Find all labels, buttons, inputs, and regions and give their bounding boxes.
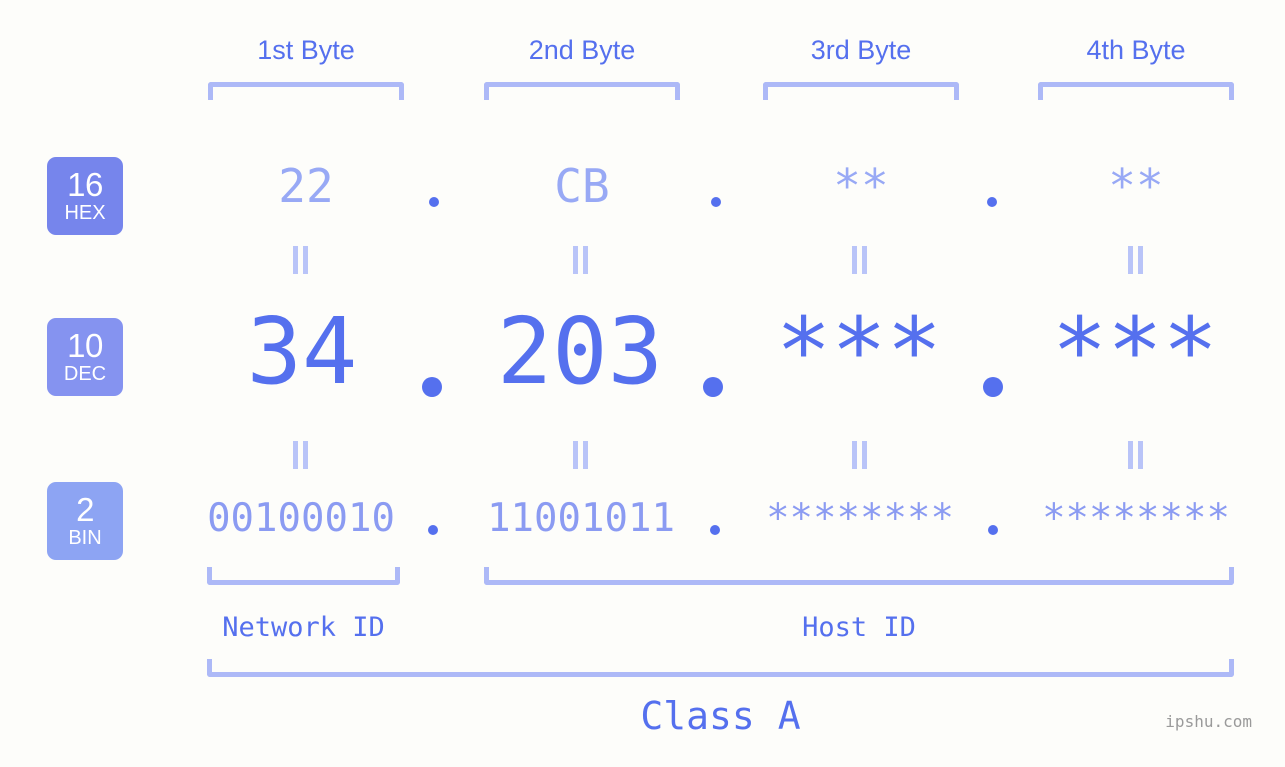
dec-dot-3: [983, 377, 1003, 397]
watermark: ipshu.com: [1165, 712, 1252, 731]
bin-dot-3: [988, 525, 998, 535]
dec-dot-2: [703, 377, 723, 397]
dec-dot-1: [422, 377, 442, 397]
equals-dec-bin-1: [293, 441, 310, 469]
bin-value-byte-2: 11001011: [487, 496, 675, 541]
byte-bracket-1: [208, 82, 404, 100]
byte-bracket-2: [484, 82, 680, 100]
ip-byte-diagram: 1st Byte 2nd Byte 3rd Byte 4th Byte 16 H…: [0, 0, 1285, 767]
byte-header-4: 4th Byte: [1086, 35, 1186, 65]
equals-dec-bin-4: [1128, 441, 1145, 469]
base-badge-hex-name: HEX: [64, 202, 106, 224]
equals-hex-dec-4: [1128, 246, 1145, 274]
equals-dec-bin-3: [852, 441, 869, 469]
hex-dot-1: [429, 197, 439, 207]
host-id-bracket: [484, 567, 1234, 585]
equals-hex-dec-3: [852, 246, 869, 274]
base-badge-bin: 2 BIN: [47, 482, 123, 560]
hex-value-byte-4: **: [1108, 159, 1164, 213]
dec-value-byte-1: 34: [246, 298, 358, 405]
byte-header-1: 1st Byte: [257, 35, 355, 65]
host-id-label: Host ID: [802, 612, 916, 643]
bin-value-byte-4: ********: [1042, 496, 1230, 541]
byte-bracket-3: [763, 82, 959, 100]
network-id-bracket: [207, 567, 400, 585]
hex-dot-3: [987, 197, 997, 207]
hex-value-byte-3: **: [833, 159, 889, 213]
class-bracket: [207, 659, 1234, 677]
dec-value-byte-2: 203: [496, 298, 664, 405]
byte-header-3: 3rd Byte: [810, 35, 912, 65]
equals-dec-bin-2: [573, 441, 590, 469]
base-badge-bin-name: BIN: [68, 527, 102, 549]
byte-header-2: 2nd Byte: [528, 35, 636, 65]
byte-bracket-4: [1038, 82, 1234, 100]
base-badge-bin-number: 2: [76, 491, 94, 528]
hex-dot-2: [711, 197, 721, 207]
class-label: Class A: [640, 694, 801, 738]
base-badge-dec-number: 10: [67, 327, 103, 364]
base-badge-hex: 16 HEX: [47, 157, 123, 235]
bin-dot-2: [710, 525, 720, 535]
equals-hex-dec-1: [293, 246, 310, 274]
base-badge-dec: 10 DEC: [47, 318, 123, 396]
hex-value-byte-1: 22: [278, 159, 334, 213]
equals-hex-dec-2: [573, 246, 590, 274]
hex-value-byte-2: CB: [554, 159, 610, 213]
base-badge-hex-number: 16: [67, 166, 103, 203]
bin-value-byte-1: 00100010: [207, 496, 395, 541]
dec-value-byte-3: ***: [775, 298, 943, 405]
base-badge-dec-name: DEC: [63, 363, 107, 385]
dec-value-byte-4: ***: [1051, 298, 1219, 405]
bin-dot-1: [428, 525, 438, 535]
network-id-label: Network ID: [222, 612, 385, 643]
bin-value-byte-3: ********: [766, 496, 954, 541]
